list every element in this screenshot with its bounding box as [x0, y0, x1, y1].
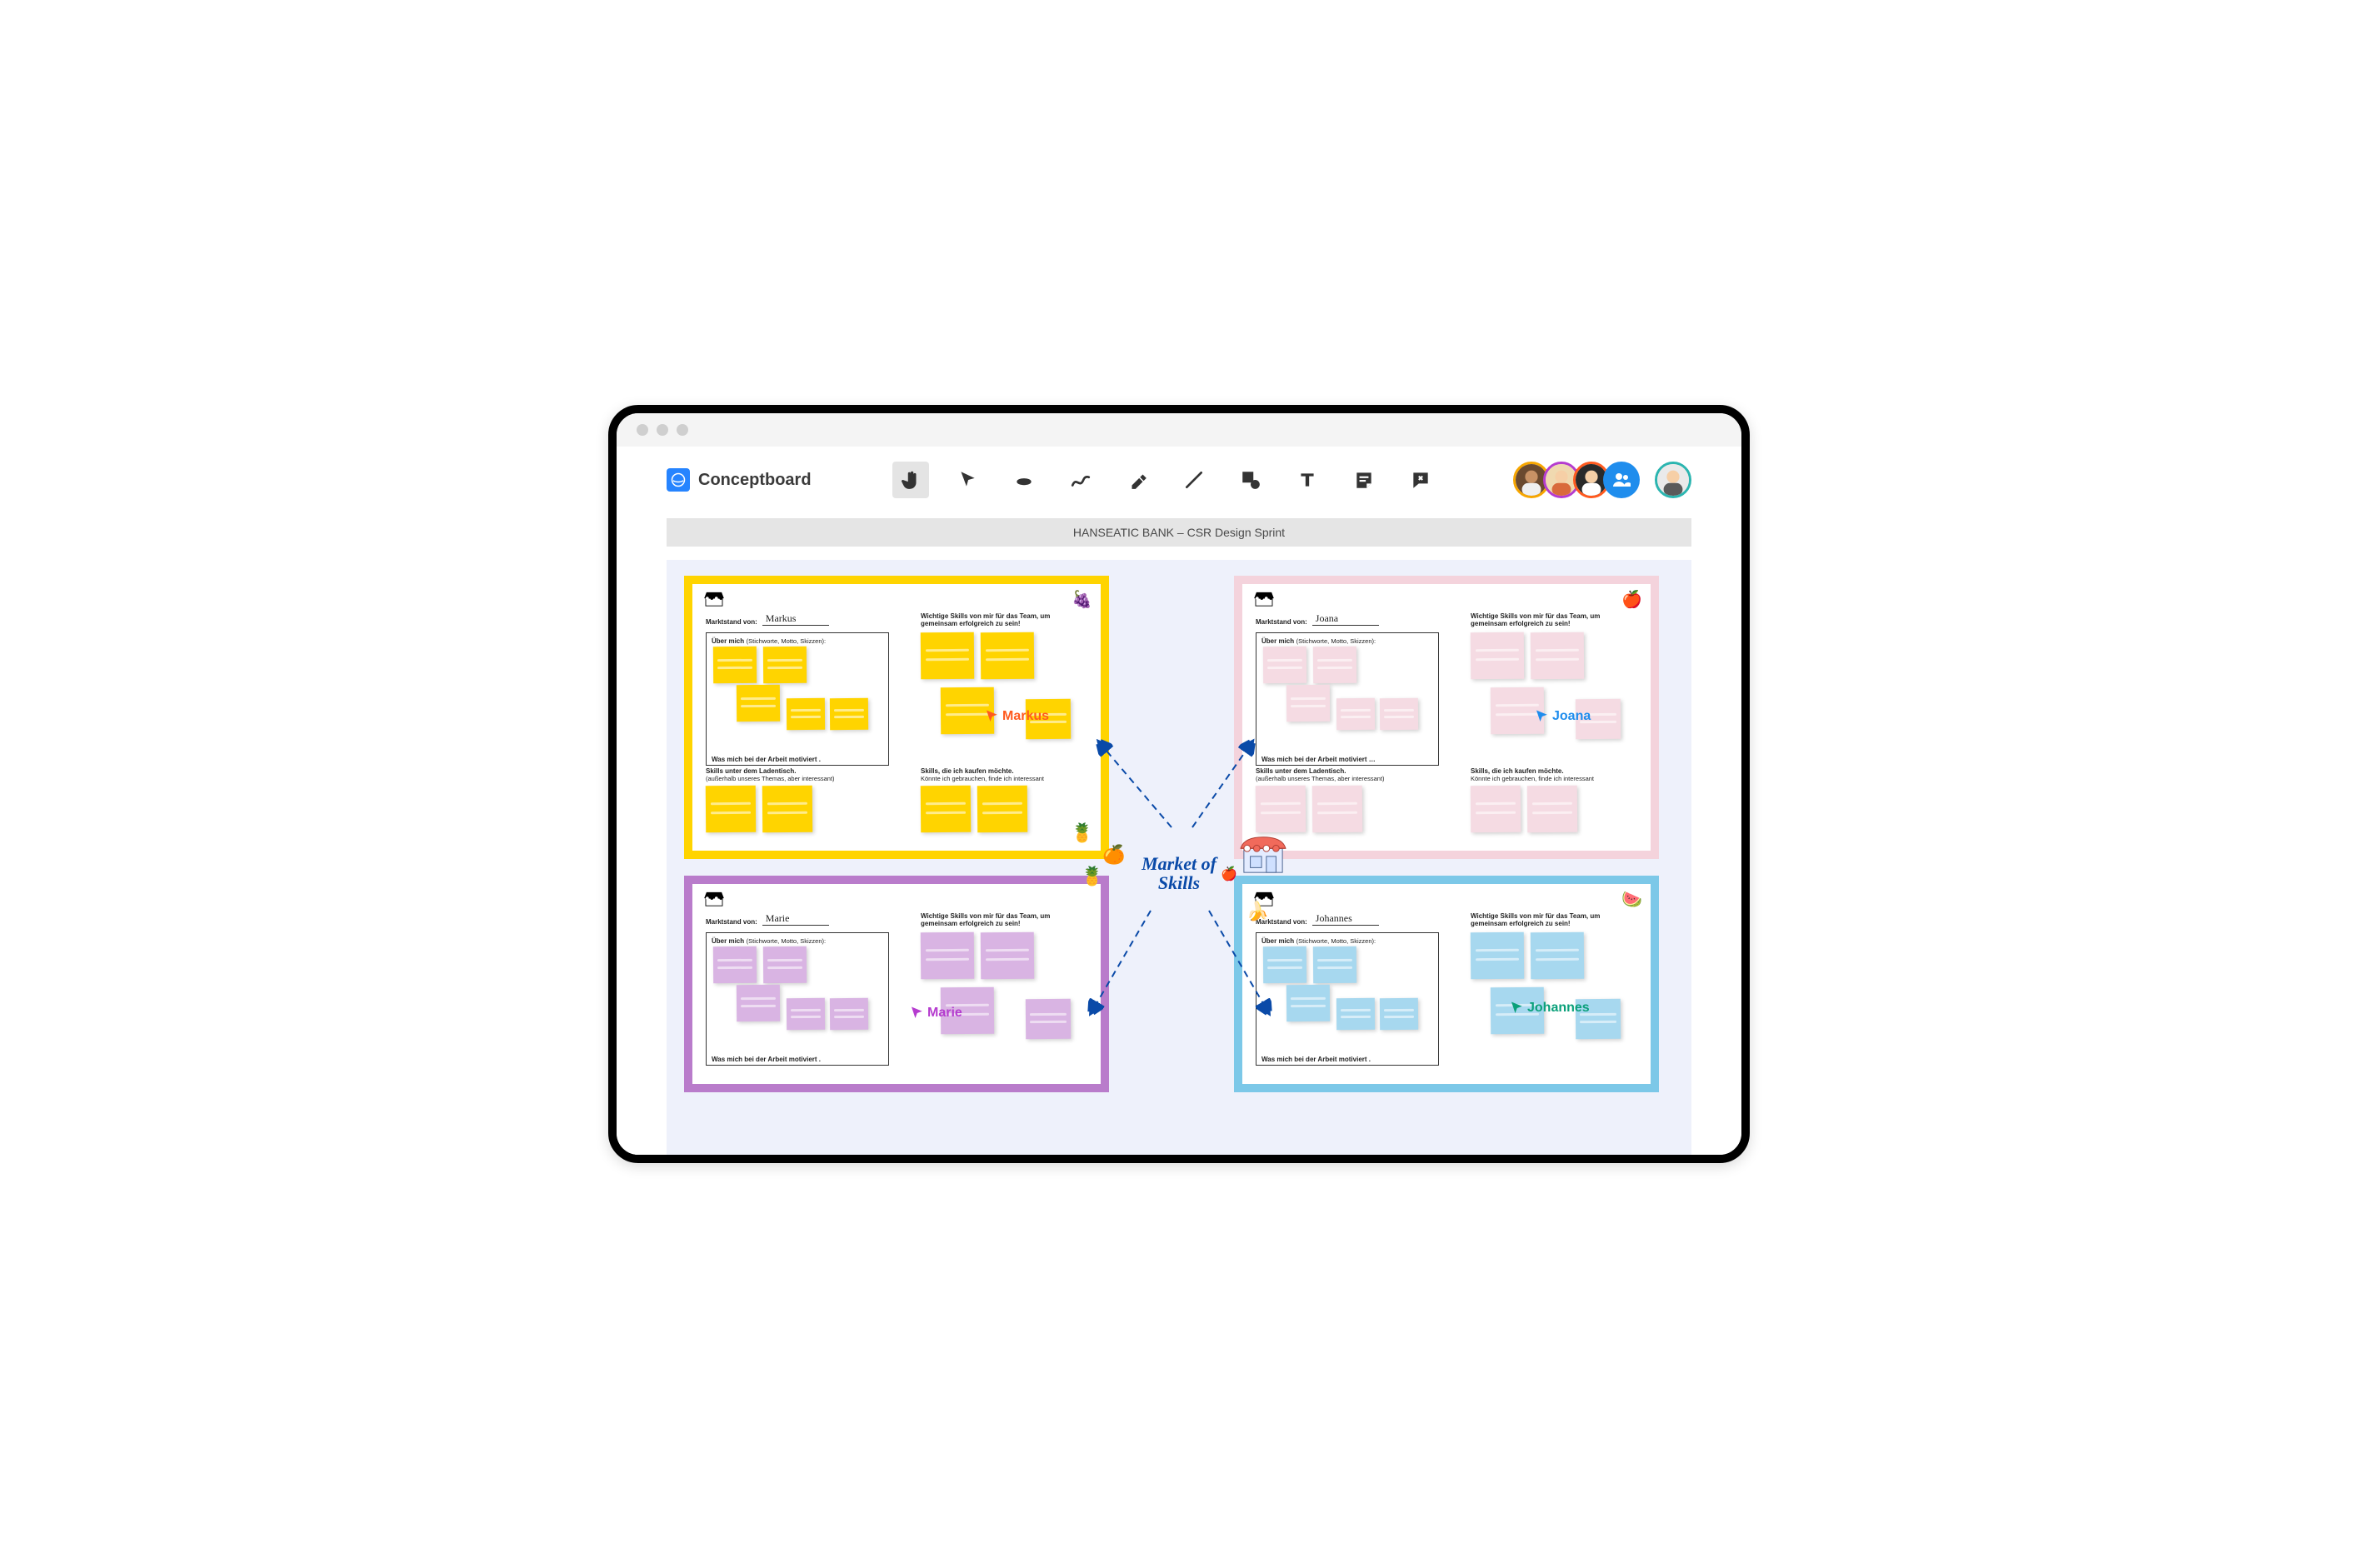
- comment-tool[interactable]: [1402, 462, 1439, 498]
- sticky-icon: [1353, 469, 1375, 491]
- hand-icon: [900, 469, 922, 491]
- hub-title: Market of Skills: [1142, 854, 1216, 892]
- window-chrome: [617, 413, 1741, 447]
- apple-icon: 🍎: [1221, 866, 1237, 882]
- line-icon: [1183, 469, 1205, 491]
- eraser-tool[interactable]: [1006, 462, 1042, 498]
- toolbar: [892, 462, 1439, 498]
- scribble-tool[interactable]: [1062, 462, 1099, 498]
- me-avatar[interactable]: [1655, 462, 1691, 498]
- people-icon: [1611, 470, 1631, 490]
- comment-icon: [1410, 469, 1431, 491]
- participants: [1520, 462, 1691, 498]
- canvas[interactable]: 🍍 🍍 🍊 Market of Skills: [667, 560, 1691, 1155]
- store-icon: [1239, 832, 1287, 876]
- market-of-skills-hub: 🍍 🍍 🍊 Market of Skills: [1087, 827, 1271, 919]
- presence-button[interactable]: [1603, 462, 1640, 498]
- window-dot: [677, 424, 688, 436]
- marker-icon: [1127, 469, 1148, 491]
- pineapple-icon: 🍍: [1081, 866, 1103, 887]
- pointer-tool[interactable]: [949, 462, 986, 498]
- window-dot: [657, 424, 668, 436]
- brand[interactable]: Conceptboard: [667, 468, 812, 492]
- banana-icon: 🍌: [1246, 901, 1269, 922]
- device-frame: Conceptboard: [608, 405, 1750, 1163]
- brand-name: Conceptboard: [698, 471, 812, 490]
- app-root: Conceptboard: [617, 447, 1741, 1155]
- pineapple-icon: 🍍: [1071, 822, 1093, 844]
- orange-icon: 🍊: [1102, 844, 1125, 866]
- hand-tool[interactable]: [892, 462, 929, 498]
- topbar: Conceptboard: [617, 447, 1741, 513]
- marker-tool[interactable]: [1119, 462, 1156, 498]
- shape-icon: [1240, 469, 1261, 491]
- eraser-icon: [1013, 469, 1035, 491]
- window-dot: [637, 424, 648, 436]
- board-title: HANSEATIC BANK – CSR Design Sprint: [1073, 526, 1285, 539]
- scribble-icon: [1070, 469, 1092, 491]
- line-tool[interactable]: [1176, 462, 1212, 498]
- board-title-bar[interactable]: HANSEATIC BANK – CSR Design Sprint: [667, 518, 1691, 547]
- text-icon: [1296, 469, 1318, 491]
- text-tool[interactable]: [1289, 462, 1326, 498]
- pointer-icon: [957, 469, 978, 491]
- brand-icon: [667, 468, 690, 492]
- sticky-note-tool[interactable]: [1346, 462, 1382, 498]
- shape-tool[interactable]: [1232, 462, 1269, 498]
